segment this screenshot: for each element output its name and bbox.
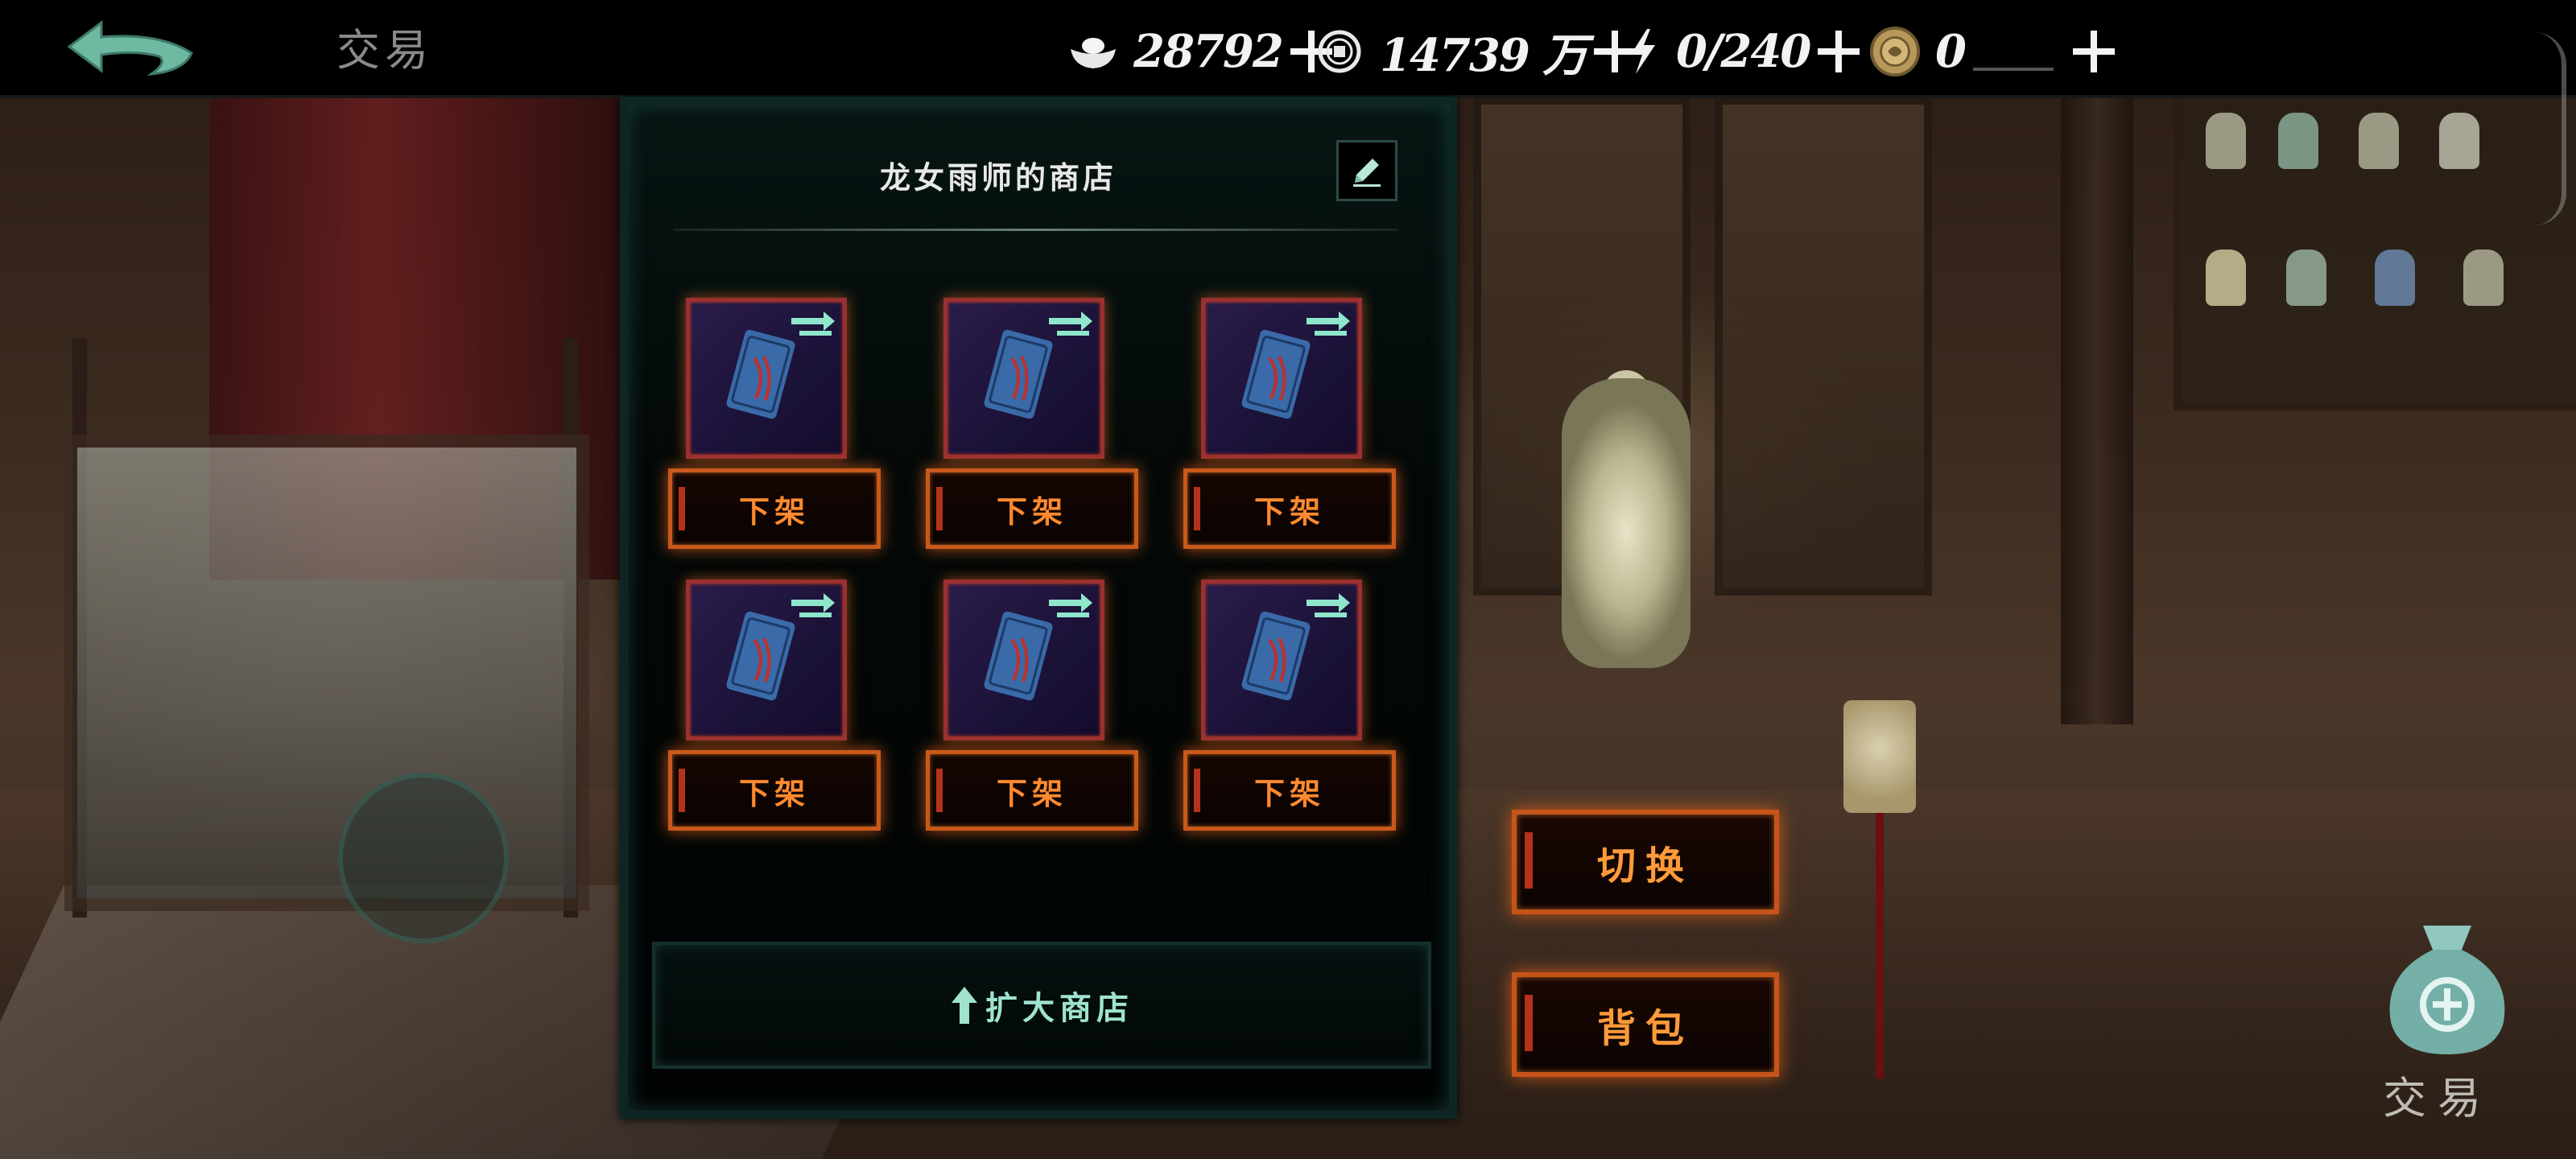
exchange-arrows-icon (1307, 311, 1350, 336)
shop-slot: 下架 (926, 580, 1138, 837)
wooden-pillar (2061, 97, 2133, 724)
resource-gold-medal: 0 (1869, 19, 2118, 84)
shop-item-card[interactable] (686, 580, 847, 740)
shop-slot: 下架 (1183, 580, 1396, 837)
side-drawer-handle[interactable] (2529, 32, 2566, 225)
switch-button[interactable]: 切换 (1512, 810, 1779, 914)
shop-item-card[interactable] (686, 298, 847, 459)
add-energy-button[interactable] (1814, 27, 1863, 76)
resource-copper: 14739 万 (1314, 19, 1639, 84)
energy-count: 0/240 (1676, 25, 1811, 78)
back-arrow-icon (67, 20, 193, 76)
back-button[interactable] (63, 14, 200, 80)
top-bar: 交易 28792 14739 万 0/240 0 (0, 0, 2576, 98)
lantern-pole (1876, 813, 1884, 1079)
exchange-arrows-icon (791, 593, 835, 617)
shop-item-card[interactable] (943, 298, 1104, 459)
wall-panel (1473, 97, 1690, 596)
energy-icon (1623, 26, 1662, 77)
resource-silver: 28792 (1067, 19, 1335, 84)
shop-slot: 下架 (668, 298, 881, 555)
exchange-arrows-icon (1049, 593, 1092, 617)
screen-pole (72, 338, 87, 918)
exchange-arrows-icon (791, 311, 835, 336)
backpack-button[interactable]: 背包 (1512, 972, 1779, 1077)
shop-slot: 下架 (926, 298, 1138, 555)
exchange-arrows-icon (1307, 593, 1350, 617)
delist-button[interactable]: 下架 (668, 750, 881, 831)
delist-button[interactable]: 下架 (1183, 468, 1396, 549)
delist-button[interactable]: 下架 (926, 468, 1138, 549)
folding-screen-background (64, 435, 589, 911)
vase-lid (1602, 370, 1650, 419)
game-screen: 交易 28792 14739 万 0/240 0 龙女雨师的商店 下架 下架 下… (0, 0, 2576, 1159)
value-underline (1972, 68, 2054, 71)
shop-item-card[interactable] (1201, 298, 1362, 459)
silver-ingot-icon (1067, 26, 1119, 77)
shop-item-card[interactable] (1201, 580, 1362, 740)
exchange-arrows-icon (1049, 311, 1092, 336)
wall-panel (1715, 97, 1932, 596)
porcelain-vase (1562, 378, 1690, 668)
edit-shop-name-button[interactable] (1336, 140, 1397, 201)
shop-slot: 下架 (668, 580, 881, 837)
copper-count: 14739 万 (1380, 28, 1587, 82)
gold-medal-count: 0 (1935, 25, 1967, 78)
money-bag-icon (2389, 926, 2505, 1054)
pencil-icon (1353, 159, 1381, 187)
shop-panel: 龙女雨师的商店 下架 下架 下架 下架 下架 下架 扩大商店 (620, 97, 1457, 1119)
delist-button[interactable]: 下架 (1183, 750, 1396, 831)
resource-energy: 0/240 (1623, 19, 1863, 84)
add-gold-medal-button[interactable] (2070, 27, 2118, 76)
trade-label: 交易 (2383, 1073, 2492, 1124)
gold-medal-icon (1869, 26, 1921, 77)
floor-glow-circle (338, 773, 509, 943)
display-shelf (2174, 89, 2576, 410)
standing-lantern (1843, 700, 1916, 813)
silver-count: 28792 (1133, 25, 1284, 78)
shop-slot: 下架 (1183, 298, 1396, 555)
expand-shop-button[interactable]: 扩大商店 (652, 942, 1431, 1069)
screen-pole (564, 338, 578, 918)
page-title: 交易 (336, 25, 433, 76)
trade-button[interactable]: 交易 (2359, 901, 2552, 1127)
up-arrow-icon (950, 985, 979, 1025)
delist-button[interactable]: 下架 (926, 750, 1138, 831)
copper-coin-icon (1314, 26, 1365, 77)
shop-item-card[interactable] (943, 580, 1104, 740)
delist-button[interactable]: 下架 (668, 468, 881, 549)
curtain-background (209, 80, 628, 580)
expand-shop-label: 扩大商店 (985, 989, 1133, 1027)
shop-title: 龙女雨师的商店 (879, 159, 1117, 196)
title-divider (673, 229, 1397, 231)
